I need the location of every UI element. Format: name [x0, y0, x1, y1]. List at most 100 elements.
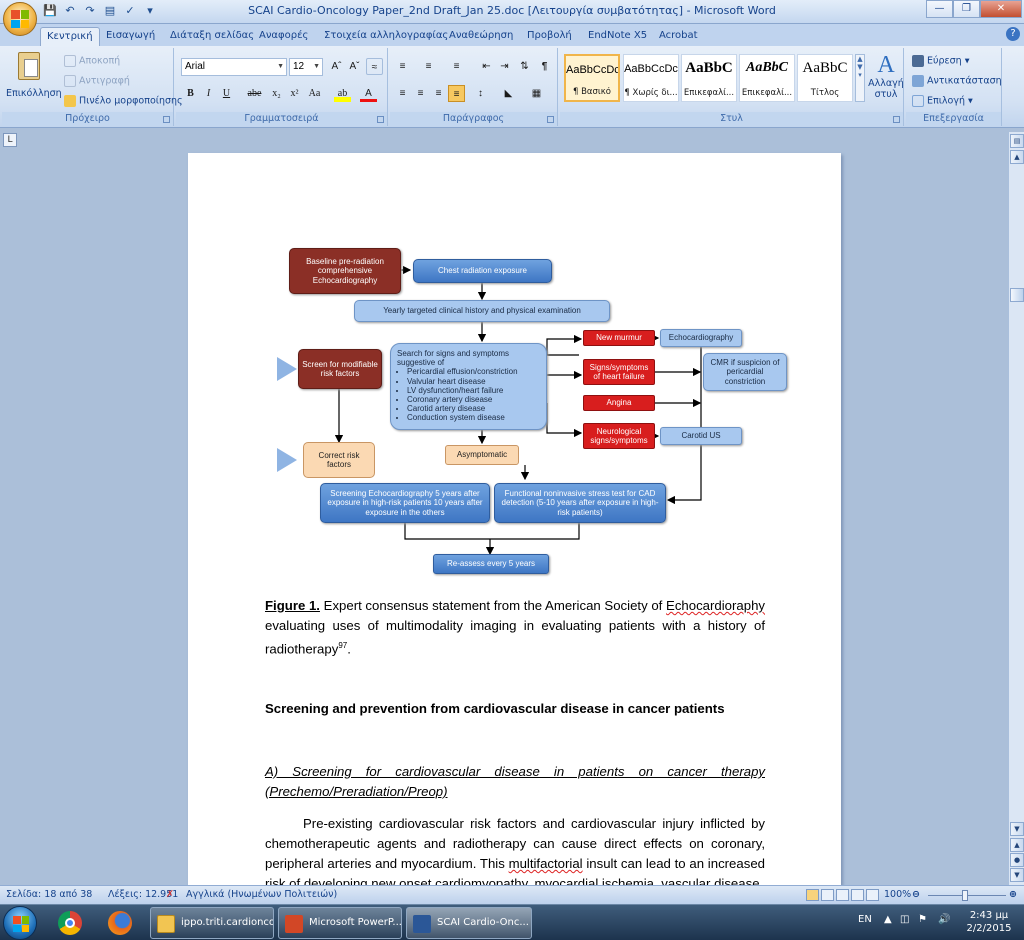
outline-view-icon[interactable]	[851, 889, 864, 901]
change-styles-button[interactable]: A Αλλαγή στυλ	[868, 52, 904, 108]
font-size-select[interactable]: 12 ▼	[289, 58, 323, 76]
input-language[interactable]: EN	[858, 914, 872, 925]
new-murmur-box: New murmur	[583, 330, 655, 346]
borders-icon[interactable]: ▦	[528, 85, 545, 102]
show-marks-icon[interactable]: ¶	[536, 58, 553, 75]
office-button[interactable]	[3, 2, 37, 36]
tab-page-layout[interactable]: Διάταξη σελίδας	[164, 27, 260, 46]
close-button[interactable]: ✕	[980, 0, 1022, 18]
vertical-scrollbar[interactable]: ▤ ▲ ▼ ▲ ● ▼	[1008, 132, 1024, 885]
sort-icon[interactable]: ⇅	[516, 58, 533, 75]
decrease-indent-icon[interactable]: ⇤	[478, 58, 495, 75]
italic-icon[interactable]: I	[200, 85, 217, 102]
bold-icon[interactable]: B	[182, 85, 199, 102]
format-painter-button[interactable]: Πινέλο μορφοποίησης	[64, 95, 183, 107]
volume-icon[interactable]: 🔊	[938, 914, 950, 925]
tab-references[interactable]: Αναφορές	[253, 27, 314, 46]
zoom-slider-thumb[interactable]	[962, 890, 968, 901]
tab-mailings[interactable]: Στοιχεία αλληλογραφίας	[318, 27, 454, 46]
align-left-icon[interactable]: ≡	[394, 85, 411, 102]
styles-launcher-icon[interactable]	[893, 116, 900, 123]
highlight-icon[interactable]: ab	[334, 85, 351, 102]
scroll-up-icon[interactable]: ▲	[1010, 150, 1024, 164]
zoom-in-icon[interactable]: ⊕	[1009, 889, 1017, 900]
font-color-icon[interactable]: A	[360, 85, 377, 102]
action-center-icon[interactable]: ⚑	[918, 914, 927, 925]
document-page[interactable]: Baseline pre-radiation comprehensive Ech…	[188, 153, 841, 885]
chrome-icon[interactable]	[50, 907, 90, 939]
cursor-icon	[912, 95, 924, 107]
multilevel-list-icon[interactable]: ≡	[448, 58, 465, 75]
web-layout-view-icon[interactable]	[836, 889, 849, 901]
align-center-icon[interactable]: ≡	[412, 85, 429, 102]
justify-icon[interactable]: ≡	[448, 85, 465, 102]
styles-scroll[interactable]: ▲ ▼ ▾	[855, 54, 865, 102]
font-name-select[interactable]: Arial ▼	[181, 58, 287, 76]
paragraph-launcher-icon[interactable]	[547, 116, 554, 123]
style-normal[interactable]: AaBbCcDc ¶ Βασικό	[564, 54, 620, 102]
paste-button[interactable]: Επικόλληση	[6, 52, 62, 102]
subscript-icon[interactable]: x₂	[268, 85, 285, 102]
print-layout-view-icon[interactable]	[806, 889, 819, 901]
minimize-button[interactable]: —	[926, 0, 953, 18]
tab-insert[interactable]: Εισαγωγή	[100, 27, 161, 46]
style-heading-2[interactable]: AaBbC Επικεφαλί...	[739, 54, 795, 102]
taskbar-word-window[interactable]: SCAI Cardio-Onc...	[406, 907, 532, 939]
shrink-font-icon[interactable]: Aˇ	[346, 58, 363, 75]
ruler-toggle-icon[interactable]: ▤	[1010, 134, 1024, 148]
previous-page-icon[interactable]: ▲	[1010, 838, 1024, 852]
zoom-out-icon[interactable]: ⊖	[912, 889, 920, 900]
ruler-tab-selector[interactable]: L	[3, 133, 17, 147]
tab-review[interactable]: Αναθεώρηση	[443, 27, 519, 46]
bullets-icon[interactable]: ≡	[394, 58, 411, 75]
clock[interactable]: 2:43 μμ 2/2/2015	[964, 909, 1014, 935]
scrollbar-thumb[interactable]	[1010, 288, 1024, 302]
line-spacing-icon[interactable]: ↕	[472, 85, 489, 102]
numbering-icon[interactable]: ≡	[420, 58, 437, 75]
full-screen-view-icon[interactable]	[821, 889, 834, 901]
superscript-icon[interactable]: x²	[286, 85, 303, 102]
grow-font-icon[interactable]: Aˆ	[328, 58, 345, 75]
replace-button[interactable]: Αντικατάσταση	[912, 75, 1002, 87]
tab-acrobat[interactable]: Acrobat	[653, 27, 704, 46]
scroll-down-icon[interactable]: ▼	[1010, 822, 1024, 836]
draft-view-icon[interactable]	[866, 889, 879, 901]
help-icon[interactable]: ?	[1006, 27, 1020, 41]
find-button[interactable]: Εύρεση ▾	[912, 55, 970, 67]
taskbar-folder-window[interactable]: ippo.triti.cardionco	[150, 907, 274, 939]
style-heading-1[interactable]: AaBbC Επικεφαλί...	[681, 54, 737, 102]
show-hidden-icons-icon[interactable]: ▲	[884, 914, 892, 925]
screen-risk-box: Screen for modifiable risk factors	[298, 349, 382, 389]
start-button[interactable]	[3, 906, 37, 940]
next-page-icon[interactable]: ▼	[1010, 868, 1024, 882]
font-launcher-icon[interactable]	[377, 116, 384, 123]
page-count[interactable]: Σελίδα: 18 από 38	[6, 889, 92, 900]
tab-home[interactable]: Κεντρική	[40, 27, 100, 46]
restore-button[interactable]: ❐	[953, 0, 980, 18]
cut-button[interactable]: Αποκοπή	[64, 55, 120, 67]
clipboard-launcher-icon[interactable]	[163, 116, 170, 123]
copy-button[interactable]: Αντιγραφή	[64, 75, 130, 87]
increase-indent-icon[interactable]: ⇥	[496, 58, 513, 75]
reassess-box: Re-assess every 5 years	[433, 554, 549, 574]
browse-object-icon[interactable]: ●	[1010, 853, 1024, 867]
shading-icon[interactable]: ◣	[500, 85, 517, 102]
tab-endnote[interactable]: EndNote X5	[582, 27, 653, 46]
tab-view[interactable]: Προβολή	[521, 27, 578, 46]
proofing-icon[interactable]: ✗	[166, 889, 174, 900]
strikethrough-icon[interactable]: abe	[246, 85, 263, 102]
align-right-icon[interactable]: ≡	[430, 85, 447, 102]
taskbar-powerpoint-window[interactable]: Microsoft PowerP...	[278, 907, 402, 939]
select-button[interactable]: Επιλογή ▾	[912, 95, 973, 107]
style-no-spacing[interactable]: AaBbCcDc ¶ Χωρίς δι...	[623, 54, 679, 102]
network-icon[interactable]: ◫	[900, 914, 909, 925]
chevron-down-icon: ▼	[313, 63, 320, 70]
change-case-icon[interactable]: Aa	[306, 85, 323, 102]
style-title[interactable]: AaBbC Τίτλος	[797, 54, 853, 102]
cmr-box: CMR if suspicion of pericardial constric…	[703, 353, 787, 391]
zoom-level[interactable]: 100%	[884, 889, 911, 900]
underline-icon[interactable]: U	[218, 85, 235, 102]
clear-format-icon[interactable]: ≈	[366, 58, 383, 75]
firefox-icon[interactable]	[100, 907, 140, 939]
language-indicator[interactable]: Αγγλικά (Ηνωμένων Πολιτειών)	[186, 889, 337, 900]
